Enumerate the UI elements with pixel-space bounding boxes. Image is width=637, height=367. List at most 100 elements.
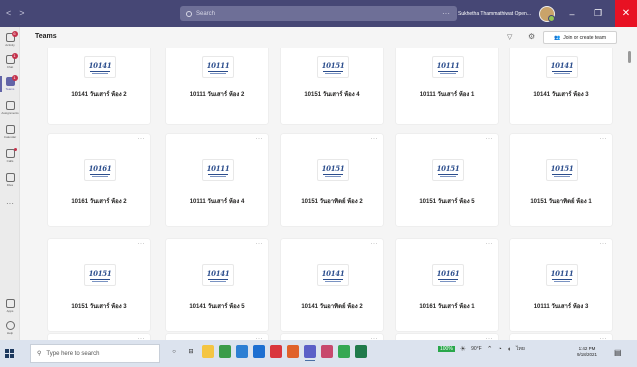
team-logo: 10141 [84, 56, 116, 78]
cortana-icon[interactable]: ○ [168, 345, 180, 358]
team-card[interactable]: ··· 10161 10161 วันเสาร์ ห้อง 1 [396, 239, 498, 331]
gear-icon[interactable]: ⚙ [528, 32, 535, 41]
team-logo: 10161 [84, 159, 116, 181]
rail-item-apps[interactable]: Apps [0, 295, 20, 317]
logo-text: 10141 [550, 60, 574, 70]
more-options-icon[interactable]: ··· [371, 241, 379, 247]
team-logo: 10151 [317, 159, 349, 181]
team-card[interactable]: ··· 10111 10111 วันเสาร์ ห้อง 3 [510, 239, 612, 331]
apps-icon [5, 299, 15, 308]
team-name: 10161 วันเสาร์ ห้อง 1 [419, 304, 475, 310]
team-card[interactable]: ··· 10151 10151 วันอาทิตย์ ห้อง 2 [281, 134, 383, 226]
volume-icon[interactable]: ◖ [507, 346, 511, 353]
team-logo: 10111 [202, 159, 234, 181]
logo-text: 10111 [550, 268, 574, 278]
chevron-up-icon[interactable]: ⌃ [487, 345, 493, 353]
calendar-icon [5, 125, 15, 134]
temperature[interactable]: 90°F [471, 346, 482, 352]
rail-label: Teams [5, 87, 15, 91]
rail-item-files[interactable]: Files [0, 169, 20, 191]
logo-text: 10111 [206, 60, 230, 70]
chat-icon: 1 [5, 53, 18, 64]
rail-item-activity[interactable]: 6 Activity [0, 29, 20, 51]
logo-text: 10111 [436, 60, 460, 70]
app-bar: 6 Activity 1 Chat 1 Teams Assignments Ca… [0, 27, 20, 340]
filter-icon[interactable]: ▽ [507, 33, 512, 41]
rail-label: Help [6, 331, 14, 335]
rail-item-chat[interactable]: 1 Chat [0, 51, 20, 73]
search-placeholder: Search [196, 10, 216, 17]
avatar[interactable] [539, 5, 555, 22]
maximize-button[interactable]: ❐ [589, 8, 607, 19]
task-view-icon[interactable]: ⊟ [185, 345, 197, 358]
forward-arrow-icon[interactable]: > [19, 8, 24, 18]
team-name: 10151 วันเสาร์ ห้อง 4 [304, 92, 360, 98]
search-input[interactable]: Search [180, 6, 457, 21]
rail-label: Apps [6, 309, 14, 313]
logo-text: 10151 [321, 163, 345, 173]
rail-item-assignments[interactable]: Assignments [0, 97, 20, 119]
more-options-icon[interactable]: ··· [371, 136, 379, 142]
mail-icon[interactable] [253, 345, 265, 358]
more-apps-icon[interactable]: ··· [0, 199, 20, 208]
store-icon[interactable] [236, 345, 248, 358]
taskbar-search-placeholder: Type here to search [46, 350, 100, 357]
more-options-icon[interactable]: ··· [600, 241, 608, 247]
team-card[interactable]: 10141 10141 วันเสาร์ ห้อง 3 [510, 48, 612, 124]
team-card[interactable]: 10151 10151 วันเสาร์ ห้อง 4 [281, 48, 383, 124]
more-options-icon[interactable]: ··· [138, 241, 146, 247]
network-icon[interactable]: ◔ [498, 346, 502, 353]
more-options-icon[interactable]: ··· [486, 136, 494, 142]
notification-icon[interactable]: ▤ [614, 348, 622, 357]
search-icon [186, 10, 192, 17]
battery-indicator[interactable]: 100% [438, 346, 455, 352]
more-options-icon[interactable]: ··· [442, 9, 450, 18]
more-options-icon[interactable]: ··· [256, 241, 264, 247]
taskbar-search-input[interactable]: ⚲ Type here to search [30, 344, 160, 363]
minimize-button[interactable]: – [563, 9, 581, 19]
team-card[interactable]: ··· 10151 10151 วันเสาร์ ห้อง 3 [48, 239, 150, 331]
page-title: Teams [35, 33, 57, 40]
teams-app-icon[interactable] [304, 345, 316, 361]
app-icon-red[interactable] [270, 345, 282, 358]
team-card[interactable]: 10111 10111 วันเสาร์ ห้อง 1 [396, 48, 498, 124]
team-card[interactable]: ··· 10151 10151 วันอาทิตย์ ห้อง 1 [510, 134, 612, 226]
more-options-icon[interactable]: ··· [256, 136, 264, 142]
team-card[interactable]: ··· 10141 10141 วันอาทิตย์ ห้อง 2 [281, 239, 383, 331]
weather-icon: ☀ [459, 346, 467, 353]
more-options-icon[interactable]: ··· [138, 136, 146, 142]
join-or-create-team-button[interactable]: 👥 Join or create team [543, 31, 617, 44]
language-indicator[interactable]: ไทย [516, 345, 525, 353]
logo-text: 10151 [436, 163, 460, 173]
team-name: 10151 วันเสาร์ ห้อง 3 [71, 304, 127, 310]
more-options-icon[interactable]: ··· [600, 136, 608, 142]
calls-dot [13, 148, 17, 151]
team-card[interactable]: ··· 10111 10111 วันเสาร์ ห้อง 4 [166, 134, 268, 226]
team-card[interactable]: 10111 10111 วันเสาร์ ห้อง 2 [166, 48, 268, 124]
team-card[interactable]: 10141 10141 วันเสาร์ ห้อง 2 [48, 48, 150, 124]
excel-icon[interactable] [355, 345, 367, 358]
chrome-icon[interactable] [219, 345, 231, 358]
more-options-icon[interactable]: ··· [486, 241, 494, 247]
logo-text: 10151 [321, 60, 345, 70]
file-explorer-icon[interactable] [202, 345, 214, 358]
team-card[interactable]: ··· 10151 10151 วันเสาร์ ห้อง 5 [396, 134, 498, 226]
app-icon-orange[interactable] [287, 345, 299, 358]
rail-item-calendar[interactable]: Calendar [0, 121, 20, 143]
scroll-thumb[interactable] [628, 51, 631, 63]
team-name: 10161 วันเสาร์ ห้อง 2 [71, 199, 127, 205]
rail-label: Chat [6, 65, 14, 69]
team-card[interactable]: ··· 10161 10161 วันเสาร์ ห้อง 2 [48, 134, 150, 226]
windows-start-icon[interactable] [5, 349, 14, 358]
rail-item-help[interactable]: Help [0, 317, 20, 339]
team-name: 10141 วันเสาร์ ห้อง 3 [533, 92, 589, 98]
rail-item-teams[interactable]: 1 Teams [0, 73, 20, 95]
scrollbar[interactable] [628, 48, 632, 338]
back-arrow-icon[interactable]: < [6, 8, 11, 18]
team-card[interactable]: ··· 10141 10141 วันเสาร์ ห้อง 5 [166, 239, 268, 331]
line-app-icon[interactable] [338, 345, 350, 358]
rail-item-calls[interactable]: Calls [0, 145, 20, 167]
system-clock[interactable]: 1:42 PM 9/18/2021 [577, 346, 597, 358]
app-icon-pink[interactable] [321, 345, 333, 358]
close-button[interactable]: ✕ [615, 0, 637, 27]
